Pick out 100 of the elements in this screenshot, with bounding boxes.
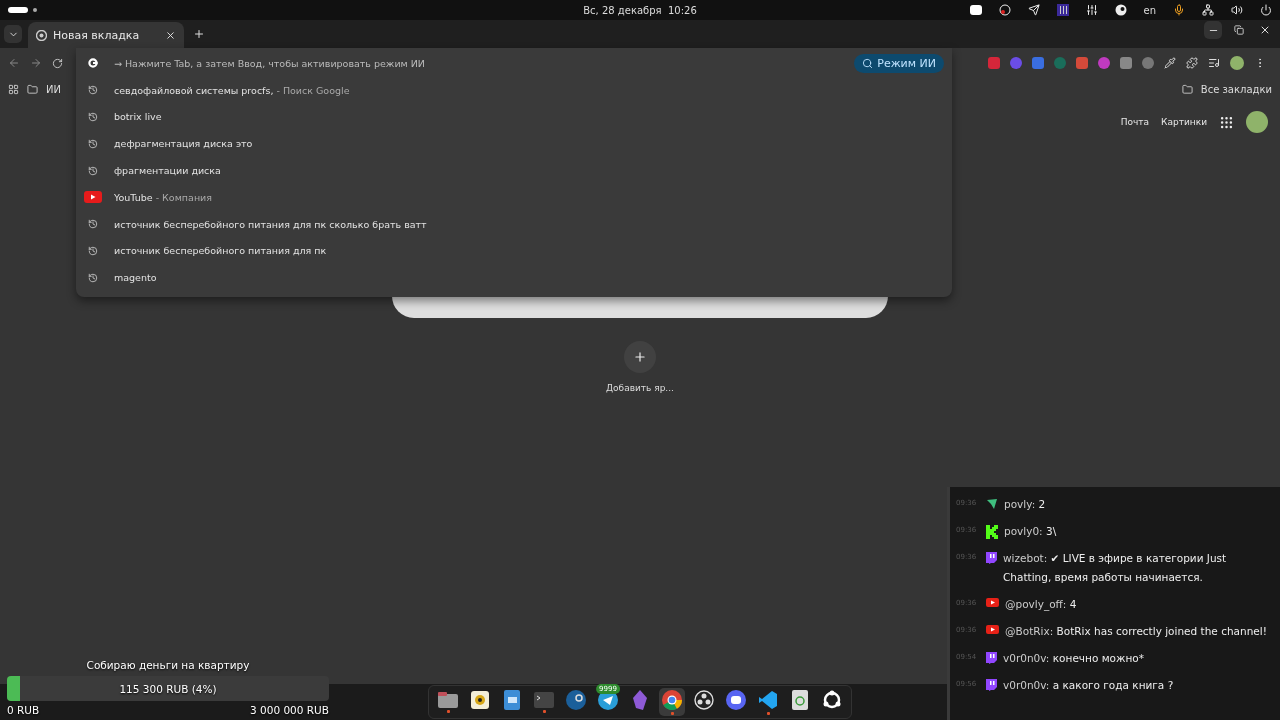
suggestion-text: botrix live xyxy=(114,111,162,123)
goal-min: 0 RUB xyxy=(7,704,40,716)
bookmark-folder[interactable]: ИИ xyxy=(46,83,61,95)
eyedropper-icon[interactable] xyxy=(1164,57,1176,69)
browser-logo-icon xyxy=(662,689,682,710)
workspace-indicator[interactable] xyxy=(8,7,28,13)
play-icon xyxy=(84,191,102,204)
header-link[interactable]: Картинки xyxy=(1161,117,1207,127)
add-shortcut-button[interactable] xyxy=(624,341,656,373)
suggestion-item[interactable]: фрагментации диска xyxy=(76,157,952,184)
omnibox-hint: → Нажмите Tab, а затем Ввод, чтобы активировать режим ИИ xyxy=(114,57,425,69)
puzzle-icon[interactable] xyxy=(1186,57,1198,69)
speech-bubble-icon xyxy=(986,679,997,691)
crystal-icon xyxy=(633,689,647,710)
suggestion-item[interactable]: botrix live xyxy=(76,103,952,131)
code-editor-icon xyxy=(758,689,778,710)
history-icon xyxy=(88,219,98,230)
apps-grid-icon[interactable] xyxy=(1219,114,1234,130)
volume-icon[interactable] xyxy=(1231,4,1243,16)
suggestion-item[interactable]: magento xyxy=(76,264,952,292)
chat-message: v0r0n0v: а какого года книга ? xyxy=(1003,678,1174,693)
extension-icon[interactable] xyxy=(1076,57,1088,69)
steam-logo-icon xyxy=(566,689,586,710)
suggestion-item[interactable]: YouTube - Компания xyxy=(76,184,952,211)
suggestion-text: magento xyxy=(114,272,157,284)
suggestion-text: YouTube - Компания xyxy=(114,191,212,203)
recorder-logo-icon[interactable] xyxy=(998,4,1011,16)
reload-icon[interactable] xyxy=(52,57,63,69)
browser-logo-icon xyxy=(36,29,47,41)
folder-icon xyxy=(27,83,38,95)
letter-logo-icon xyxy=(88,58,98,69)
history-icon xyxy=(88,272,98,283)
network-icon[interactable] xyxy=(1202,4,1214,16)
power-icon[interactable] xyxy=(1260,4,1272,16)
speech-bubble-icon xyxy=(986,652,997,664)
ring-logo-icon xyxy=(822,689,842,710)
language-indicator[interactable]: en xyxy=(1143,4,1156,16)
play-icon xyxy=(986,625,999,634)
terminal-icon xyxy=(534,691,554,708)
close-icon xyxy=(1259,24,1271,36)
back-icon[interactable] xyxy=(8,57,20,69)
sliders-icon[interactable] xyxy=(1085,4,1098,16)
close-icon[interactable] xyxy=(165,29,176,41)
profile-avatar[interactable] xyxy=(1246,111,1268,133)
shortcut-label: Добавить яр... xyxy=(606,383,674,393)
header-link[interactable]: Почта xyxy=(1120,117,1150,127)
search-icon xyxy=(862,57,874,69)
play-icon xyxy=(986,598,999,607)
leaf-logo-icon xyxy=(986,498,998,510)
tab-search-button[interactable] xyxy=(4,25,22,43)
extension-icon[interactable] xyxy=(1032,57,1044,69)
plus-icon xyxy=(633,350,647,364)
plus-icon xyxy=(193,28,205,40)
chat-message: povly: 2 xyxy=(1004,497,1046,512)
restore-icon xyxy=(1234,25,1244,35)
running-indicator xyxy=(766,711,770,715)
goal-amount: 115 300 RUB (4%) xyxy=(119,682,217,695)
recycle-bin-icon xyxy=(792,689,808,710)
suggestion-text: севдофайловой системы procfs, - Поиск Google xyxy=(114,84,350,96)
extension-icon[interactable] xyxy=(1120,57,1132,69)
running-indicator xyxy=(446,709,450,713)
folder-icon xyxy=(1181,83,1193,95)
equalizer-icon[interactable] xyxy=(1056,4,1069,16)
all-bookmarks-button[interactable]: Все закладки xyxy=(1200,83,1272,95)
speaker-icon xyxy=(471,690,489,709)
running-indicator xyxy=(542,709,546,713)
media-queue-icon[interactable] xyxy=(1208,57,1220,69)
extension-icon[interactable] xyxy=(1142,57,1154,69)
suggestion-item[interactable]: дефрагментация диска это xyxy=(76,130,952,158)
history-icon xyxy=(88,85,98,96)
goal-max: 3 000 000 RUB xyxy=(250,704,329,716)
recorder-logo-icon xyxy=(694,689,714,710)
apps-grid-icon[interactable] xyxy=(8,83,19,95)
ai-mode-button[interactable]: Режим ИИ xyxy=(854,53,944,73)
running-indicator xyxy=(670,711,674,715)
microphone-icon[interactable] xyxy=(1173,4,1185,16)
dock-item[interactable] xyxy=(659,688,685,716)
history-icon xyxy=(88,138,98,149)
speech-bubble-icon xyxy=(986,552,997,564)
suggestion-item[interactable]: источник бесперебойного питания для пк сколько брать ватт xyxy=(76,210,952,238)
suggestion-text: дефрагментация диска это xyxy=(114,138,253,150)
paper-plane-icon[interactable] xyxy=(1027,4,1040,16)
suggestion-text: фрагментации диска xyxy=(114,165,221,177)
suggestion-text: источник бесперебойного питания для пк сколько брать ватт xyxy=(114,218,427,230)
suggestion-item[interactable]: источник бесперебойного питания для пк xyxy=(76,237,952,265)
history-icon xyxy=(88,112,98,122)
history-icon xyxy=(88,165,98,176)
extension-icon[interactable] xyxy=(1098,57,1110,69)
goal-title: Собираю деньги на квартиру xyxy=(86,659,250,671)
chat-message: wizebot: ✔ LIVE в эфире в категории Just Chatting, время работы начинается. xyxy=(1003,551,1228,585)
date-time[interactable]: Вс, 28 декабря 10:26 xyxy=(583,4,697,16)
browser-tab[interactable]: Новая вкладка xyxy=(28,22,184,48)
chat-message: povly0: 3\ xyxy=(1004,524,1057,539)
profile-avatar[interactable] xyxy=(1230,56,1244,70)
minimize-button[interactable] xyxy=(1204,21,1222,39)
chat-message: v0r0n0v: конечно можно* xyxy=(1003,651,1144,666)
folder-icon xyxy=(438,691,458,708)
suggestion-item[interactable]: севдофайловой системы procfs, - Поиск Google xyxy=(76,76,952,104)
steam-logo-icon[interactable] xyxy=(1114,4,1127,16)
history-icon xyxy=(88,245,98,256)
